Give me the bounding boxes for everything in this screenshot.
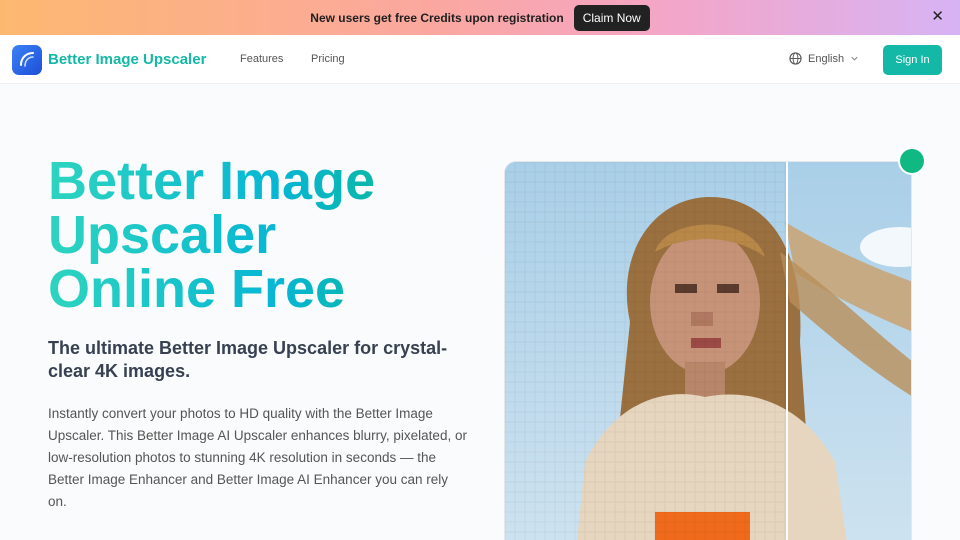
- claim-now-button[interactable]: Claim Now: [573, 4, 650, 31]
- comparison-image: [505, 162, 911, 540]
- close-icon[interactable]: ✕: [931, 9, 944, 25]
- promo-text: New users get free Credits upon registra…: [310, 10, 564, 25]
- hero-title-line-3: Online Free: [48, 259, 346, 319]
- globe-icon: [789, 52, 802, 65]
- hero-title-line-1: Better Image: [48, 151, 376, 211]
- hero-title-line-2: Upscaler: [48, 205, 277, 265]
- top-navigation: Better Image Upscaler Features Pricing E…: [0, 35, 960, 84]
- hero-title: Better Image Upscaler Online Free: [48, 154, 468, 316]
- chevron-down-icon: [851, 56, 858, 61]
- comparison-slider-handle[interactable]: [900, 149, 924, 173]
- hero-description: Instantly convert your photos to HD qual…: [48, 406, 467, 509]
- language-label: English: [808, 52, 845, 65]
- sign-in-button[interactable]: Sign In: [883, 45, 942, 75]
- nav-link-features[interactable]: Features: [240, 53, 283, 65]
- brand-name[interactable]: Better Image Upscaler: [48, 51, 206, 68]
- promo-banner: New users get free Credits upon registra…: [0, 0, 960, 35]
- logo-icon[interactable]: [12, 45, 42, 75]
- before-after-comparison[interactable]: [504, 161, 912, 540]
- hero-subtitle: The ultimate Better Image Upscaler for c…: [48, 338, 448, 381]
- nav-link-pricing[interactable]: Pricing: [311, 53, 345, 65]
- language-selector[interactable]: English: [789, 52, 859, 65]
